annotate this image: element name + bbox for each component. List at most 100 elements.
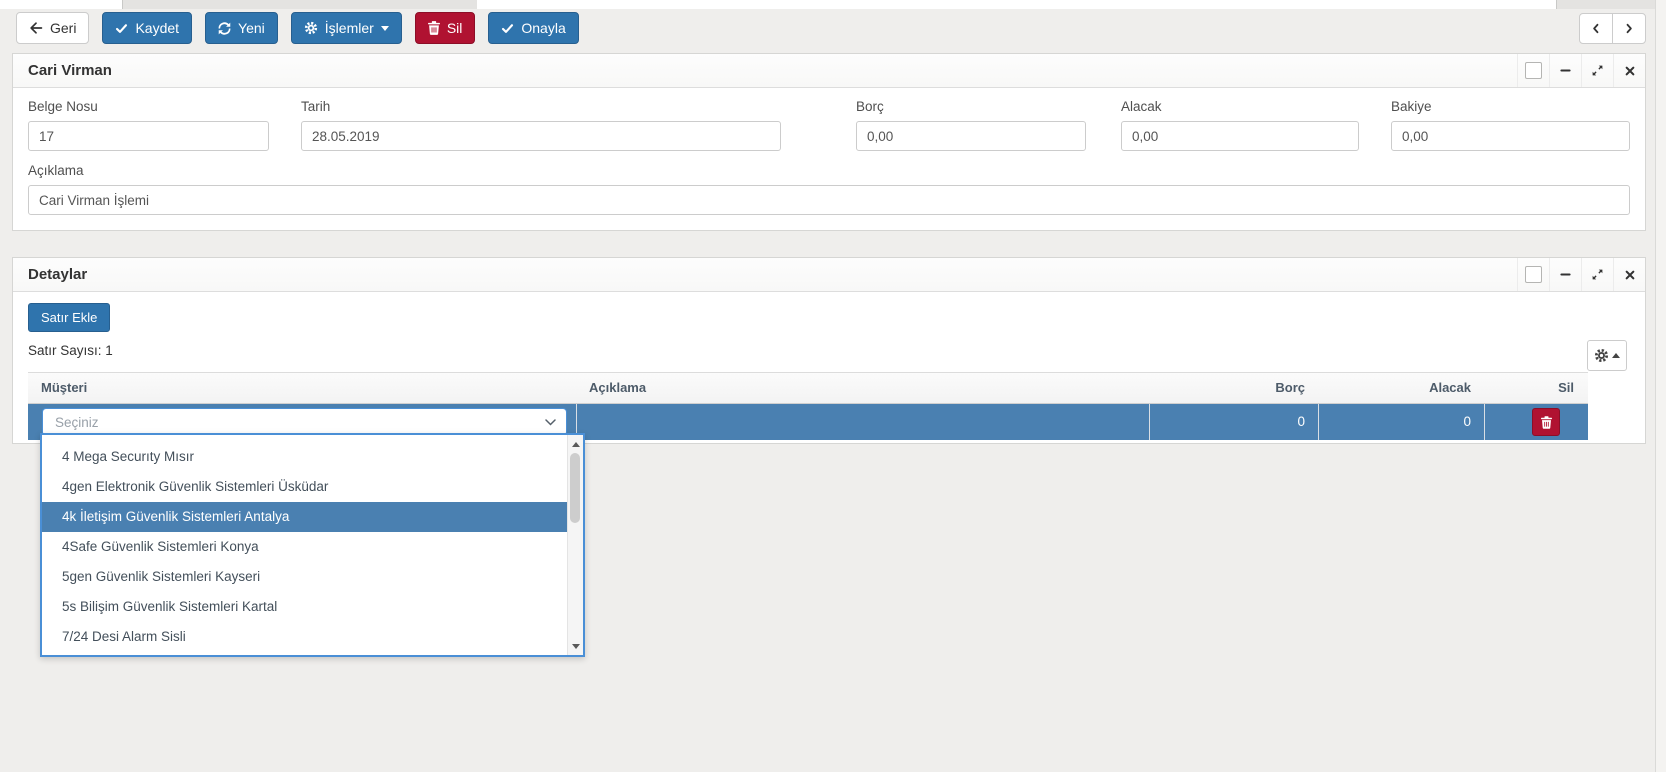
caret-up-icon: [1612, 353, 1620, 358]
dropdown-option-highlighted[interactable]: 4k İletişim Güvenlik Sistemleri Antalya: [42, 502, 567, 532]
back-button-label: Geri: [50, 20, 76, 36]
trash-icon: [1541, 416, 1552, 429]
delete-row-button[interactable]: [1532, 408, 1560, 436]
add-row-button[interactable]: Satır Ekle: [28, 303, 110, 332]
aciklama-cell[interactable]: [576, 404, 1149, 440]
panel-window-controls: [1517, 258, 1645, 291]
bakiye-label: Bakiye: [1391, 99, 1630, 114]
header-cell-alacak: Alacak: [1318, 373, 1484, 403]
dropdown-option-list: 4 Mega Securıty Mısır 4gen Elektronik Gü…: [42, 435, 567, 655]
panel-select-checkbox-cell[interactable]: [1517, 258, 1549, 291]
expand-button[interactable]: [1581, 54, 1613, 87]
save-button[interactable]: Kaydet: [102, 12, 192, 44]
panel-cari-virman: Cari Virman Belge Nosu Tarih Borç Alacak: [12, 53, 1646, 231]
header-cell-aciklama: Açıklama: [576, 373, 1149, 403]
belge-nosu-label: Belge Nosu: [28, 99, 269, 114]
operations-button[interactable]: İşlemler: [291, 12, 402, 44]
header-cell-sil: Sil: [1484, 373, 1588, 403]
bakiye-field: Bakiye: [1391, 99, 1630, 151]
save-button-label: Kaydet: [135, 20, 179, 36]
aciklama-field: Açıklama: [28, 163, 1630, 215]
panel-detaylar-body: Satır Ekle Satır Sayısı: 1 Müşteri Açıkl…: [13, 292, 1645, 455]
refresh-icon: [218, 22, 231, 35]
trash-icon: [428, 21, 440, 35]
check-icon: [501, 22, 514, 35]
chevron-right-icon: [1623, 22, 1635, 35]
toolbar: Geri Kaydet Yeni İşlemler Sil Onayla: [16, 12, 579, 44]
alacak-label: Alacak: [1121, 99, 1359, 114]
panel-title: Detaylar: [13, 266, 87, 283]
add-row-button-label: Satır Ekle: [41, 310, 97, 325]
musteri-combobox-input[interactable]: [53, 414, 545, 431]
top-strip: [0, 0, 1655, 9]
dropdown-option[interactable]: 5s Bilişim Güvenlik Sistemleri Kartal: [42, 592, 567, 622]
dropdown-option[interactable]: 4Safe Güvenlik Sistemleri Konya: [42, 532, 567, 562]
header-cell-borc: Borç: [1149, 373, 1318, 403]
chevron-left-icon: [1590, 22, 1602, 35]
alacak-cell[interactable]: 0: [1318, 404, 1484, 440]
close-button[interactable]: [1613, 54, 1645, 87]
dropdown-option[interactable]: 4gen Elektronik Güvenlik Sistemleri Üskü…: [42, 472, 567, 502]
alacak-input[interactable]: [1121, 121, 1359, 151]
prev-page-button[interactable]: [1579, 13, 1613, 44]
dropdown-option[interactable]: 7/24 Desi Alarm Sisli: [42, 622, 567, 652]
back-button[interactable]: Geri: [16, 12, 89, 44]
panel-cari-virman-body: Belge Nosu Tarih Borç Alacak Bakiye Açık…: [13, 88, 1645, 230]
belge-nosu-input[interactable]: [28, 121, 269, 151]
expand-button[interactable]: [1581, 258, 1613, 291]
operations-button-label: İşlemler: [325, 20, 374, 36]
alacak-field: Alacak: [1121, 99, 1359, 151]
tarih-field: Tarih: [301, 99, 781, 151]
tarih-input[interactable]: [301, 121, 781, 151]
borc-input[interactable]: [856, 121, 1086, 151]
gear-icon: [1594, 348, 1609, 363]
delete-button[interactable]: Sil: [415, 12, 476, 44]
scroll-down-button[interactable]: [568, 638, 583, 654]
arrow-left-icon: [29, 21, 43, 35]
panel-select-checkbox-cell[interactable]: [1517, 54, 1549, 87]
approve-button[interactable]: Onayla: [488, 12, 578, 44]
header-cell-musteri: Müşteri: [28, 373, 576, 403]
tarih-label: Tarih: [301, 99, 781, 114]
close-icon: [1624, 65, 1636, 77]
scroll-thumb[interactable]: [570, 453, 580, 523]
top-strip-segment: [0, 0, 123, 9]
aciklama-input[interactable]: [28, 185, 1630, 215]
musteri-dropdown: 4 Mega Securıty Mısır 4gen Elektronik Gü…: [40, 433, 585, 657]
collapse-button[interactable]: [1549, 258, 1581, 291]
panel-title: Cari Virman: [13, 62, 112, 79]
dropdown-option[interactable]: 4 Mega Securıty Mısır: [42, 442, 567, 472]
scroll-up-button[interactable]: [568, 436, 583, 452]
dropdown-option[interactable]: 5gen Güvenlik Sistemleri Kayseri: [42, 562, 567, 592]
musteri-combobox[interactable]: [42, 408, 567, 436]
caret-down-icon: [381, 26, 389, 31]
dropdown-scrollbar[interactable]: [567, 435, 583, 655]
details-grid: Müşteri Açıklama Borç Alacak Sil 0 0: [28, 372, 1588, 440]
gear-icon: [304, 21, 318, 35]
approve-button-label: Onayla: [521, 20, 565, 36]
borc-field: Borç: [856, 99, 1086, 151]
panel-detaylar-header: Detaylar: [13, 258, 1645, 292]
close-button[interactable]: [1613, 258, 1645, 291]
panel-cari-virman-header: Cari Virman: [13, 54, 1645, 88]
chevron-down-icon[interactable]: [545, 419, 556, 426]
sil-cell: [1484, 404, 1588, 440]
expand-icon: [1591, 268, 1604, 281]
new-button[interactable]: Yeni: [205, 12, 278, 44]
next-page-button[interactable]: [1612, 13, 1646, 44]
borc-cell[interactable]: 0: [1149, 404, 1318, 440]
grid-header-row: Müşteri Açıklama Borç Alacak Sil: [28, 372, 1588, 404]
close-icon: [1624, 269, 1636, 281]
page-scrollbar[interactable]: [1655, 0, 1666, 772]
minus-icon: [1559, 64, 1572, 77]
new-button-label: Yeni: [238, 20, 265, 36]
pager: [1579, 13, 1646, 44]
aciklama-label: Açıklama: [28, 163, 1630, 178]
panel-select-checkbox[interactable]: [1525, 62, 1542, 79]
minus-icon: [1559, 268, 1572, 281]
bakiye-input[interactable]: [1391, 121, 1630, 151]
collapse-button[interactable]: [1549, 54, 1581, 87]
panel-select-checkbox[interactable]: [1525, 266, 1542, 283]
belge-nosu-field: Belge Nosu: [28, 99, 269, 151]
grid-settings-button[interactable]: [1587, 340, 1627, 371]
